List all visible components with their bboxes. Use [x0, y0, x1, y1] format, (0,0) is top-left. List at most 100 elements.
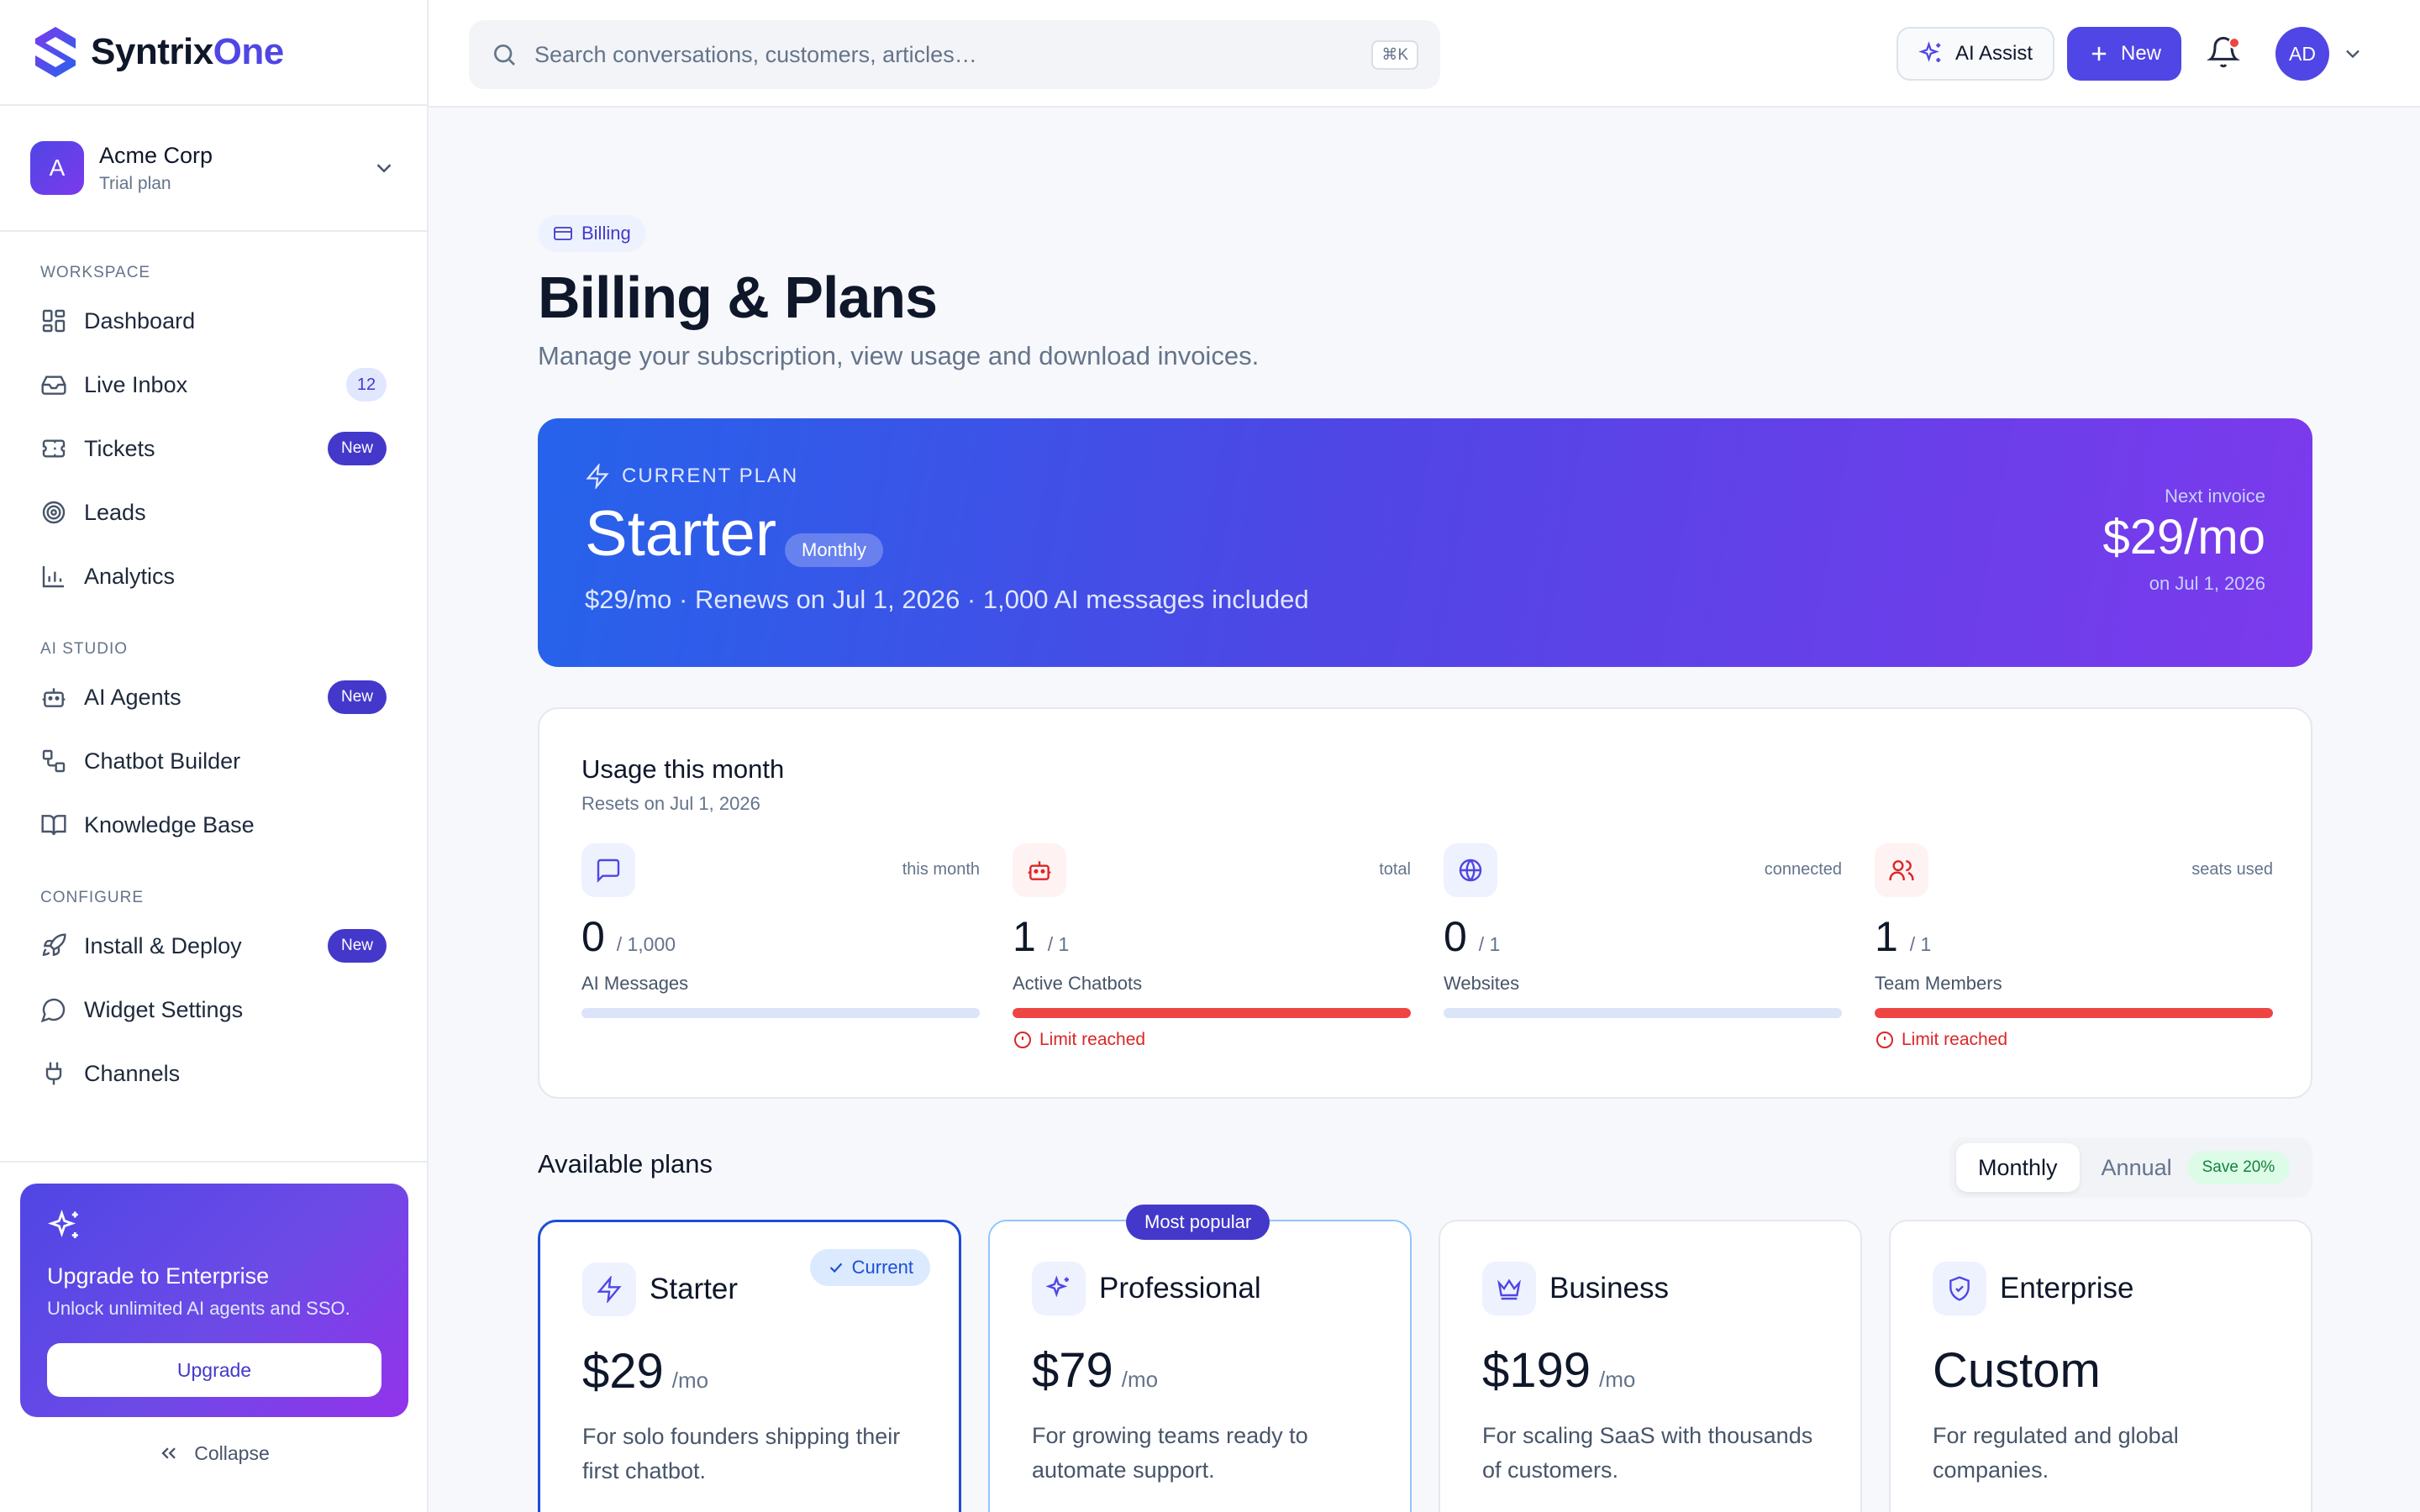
- sidebar-item-label: Tickets: [84, 435, 155, 461]
- rocket-icon: [42, 933, 66, 957]
- new-button[interactable]: New: [2067, 27, 2181, 81]
- inbox-icon: [41, 375, 66, 395]
- meter-progress-fill: [1875, 1008, 2273, 1018]
- alert-circle-icon: [1876, 1032, 1893, 1048]
- sidebar-item-dashboard[interactable]: Dashboard: [25, 289, 402, 353]
- sidebar-item-label: Channels: [84, 1060, 181, 1086]
- new-badge: New: [327, 680, 387, 714]
- sidebar-item-analytics[interactable]: Analytics: [25, 544, 402, 608]
- new-badge: New: [327, 929, 387, 963]
- dashboard-icon: [42, 309, 66, 333]
- sidebar-item-label: Live Inbox: [84, 371, 188, 397]
- workspace-plan: Trial plan: [99, 173, 171, 193]
- user-avatar[interactable]: AD: [2275, 27, 2329, 81]
- plan-card-professional[interactable]: Most popular Professional $79/mo For gro…: [988, 1205, 1412, 1512]
- workflow-icon: [42, 749, 66, 773]
- meter-progress-bar: [1013, 1008, 1411, 1018]
- breadcrumb[interactable]: Billing: [538, 215, 646, 252]
- plan-description: For regulated and global companies.: [1933, 1423, 2179, 1483]
- search-input[interactable]: Search conversations, customers, article…: [469, 20, 1440, 89]
- next-invoice-date: on Jul 1, 2026: [2149, 573, 2265, 594]
- usage-meter-websites: connected 0 / 1 Websites: [1444, 843, 1842, 1053]
- plan-name: Starter: [650, 1273, 739, 1305]
- sidebar-item-channels[interactable]: Channels: [25, 1042, 402, 1105]
- unread-count-badge: 12: [346, 368, 387, 402]
- meter-value: 0 / 1,000: [581, 913, 676, 960]
- upgrade-button[interactable]: Upgrade: [47, 1343, 381, 1397]
- usage-title: Usage this month: [581, 754, 785, 784]
- brand[interactable]: SyntrixOne: [0, 0, 427, 106]
- sidebar-item-live-inbox[interactable]: Live Inbox 12: [25, 353, 402, 417]
- sidebar-item-chatbot-builder[interactable]: Chatbot Builder: [25, 729, 402, 793]
- meter-progress-bar: [1444, 1008, 1842, 1018]
- sidebar-item-ai-agents[interactable]: AI Agents New: [25, 665, 402, 729]
- plan-card-business[interactable]: Business $199/mo For scaling SaaS with t…: [1439, 1220, 1862, 1512]
- meter-value: 1 / 1: [1013, 913, 1070, 960]
- current-plan-name: Starter: [585, 498, 777, 570]
- topbar: Search conversations, customers, article…: [429, 0, 2420, 108]
- annual-savings-badge: Save 20%: [2186, 1151, 2291, 1184]
- meter-value: 0 / 1: [1444, 913, 1501, 960]
- new-button-label: New: [2120, 42, 2161, 65]
- plan-card-enterprise[interactable]: Enterprise Custom For regulated and glob…: [1889, 1220, 2312, 1512]
- usage-meter-ai-messages: this month 0 / 1,000 AI Messages: [581, 843, 980, 1053]
- plan-card-starter[interactable]: Current Starter $29/mo For solo founders…: [538, 1220, 961, 1512]
- breadcrumb-label: Billing: [581, 223, 631, 244]
- sparkles-icon: [47, 1209, 78, 1238]
- workspace-switcher[interactable]: A Acme Corp Trial plan: [0, 106, 427, 232]
- next-invoice-amount: $29/mo: [2102, 510, 2265, 564]
- bar-chart-icon: [42, 566, 64, 588]
- sidebar-item-widget-settings[interactable]: Widget Settings: [25, 978, 402, 1042]
- brand-logo-icon: [35, 27, 76, 77]
- chat-bubble-icon: [40, 998, 66, 1023]
- current-plan-details: $29/mo · Renews on Jul 1, 2026 · 1,000 A…: [585, 585, 1309, 614]
- sidebar-item-tickets[interactable]: Tickets New: [25, 417, 402, 480]
- sidebar-item-label: Chatbot Builder: [84, 748, 241, 774]
- meter-period: this month: [902, 860, 980, 879]
- plan-name: Business: [1549, 1272, 1670, 1305]
- available-plans-title: Available plans: [538, 1149, 713, 1179]
- limit-warning: Limit reached: [1875, 1030, 2007, 1050]
- sidebar-item-label: Analytics: [84, 563, 176, 589]
- sidebar-divider: [0, 1161, 427, 1163]
- meter-name: Team Members: [1875, 973, 2002, 994]
- plan-name: Professional: [1099, 1272, 1261, 1305]
- zap-icon: [586, 464, 609, 489]
- billing-period-toggle: Monthly Annual Save 20%: [1949, 1137, 2312, 1198]
- plan-price: Custom: [1933, 1343, 2101, 1398]
- bot-icon: [1013, 843, 1066, 897]
- billing-frequency-badge: Monthly: [785, 533, 884, 567]
- alert-circle-icon: [1014, 1032, 1031, 1048]
- target-icon: [42, 501, 66, 524]
- sidebar-item-label: Dashboard: [84, 307, 196, 333]
- sidebar-item-label: Widget Settings: [84, 996, 244, 1022]
- search-icon: [494, 45, 515, 66]
- next-invoice-label: Next invoice: [2165, 486, 2265, 507]
- toggle-annual[interactable]: Annual: [2080, 1143, 2194, 1192]
- collapse-sidebar-button[interactable]: Collapse: [0, 1441, 427, 1465]
- sidebar-item-install-deploy[interactable]: Install & Deploy New: [25, 914, 402, 978]
- meter-progress-bar: [1875, 1008, 2273, 1018]
- sidebar: SyntrixOne A Acme Corp Trial plan WORKSP…: [0, 0, 429, 1512]
- usage-meter-team-members: seats used 1 / 1 Team Members Limit reac…: [1875, 843, 2273, 1053]
- check-icon: [829, 1263, 842, 1273]
- sidebar-item-knowledge-base[interactable]: Knowledge Base: [25, 793, 402, 857]
- current-plan-badge: Current: [809, 1249, 930, 1286]
- chevron-down-icon: [376, 164, 392, 173]
- plan-price: $199/mo: [1482, 1343, 1636, 1398]
- plus-icon: [2091, 46, 2107, 61]
- search-placeholder: Search conversations, customers, article…: [534, 41, 977, 67]
- plan-description: For solo founders shipping their first c…: [582, 1424, 901, 1483]
- zap-icon: [582, 1263, 636, 1316]
- meter-name: Active Chatbots: [1013, 973, 1143, 994]
- notifications-button[interactable]: [2207, 35, 2244, 72]
- chevron-down-icon[interactable]: [2341, 42, 2365, 66]
- plan-name: Enterprise: [2000, 1272, 2134, 1305]
- message-square-icon: [581, 843, 635, 897]
- nav-section-label: WORKSPACE: [40, 264, 151, 281]
- sidebar-item-label: Leads: [84, 499, 146, 525]
- sidebar-item-leads[interactable]: Leads: [25, 480, 402, 544]
- meter-period: connected: [1764, 860, 1842, 879]
- toggle-monthly[interactable]: Monthly: [1956, 1143, 2080, 1192]
- ai-assist-button[interactable]: AI Assist: [1897, 27, 2054, 81]
